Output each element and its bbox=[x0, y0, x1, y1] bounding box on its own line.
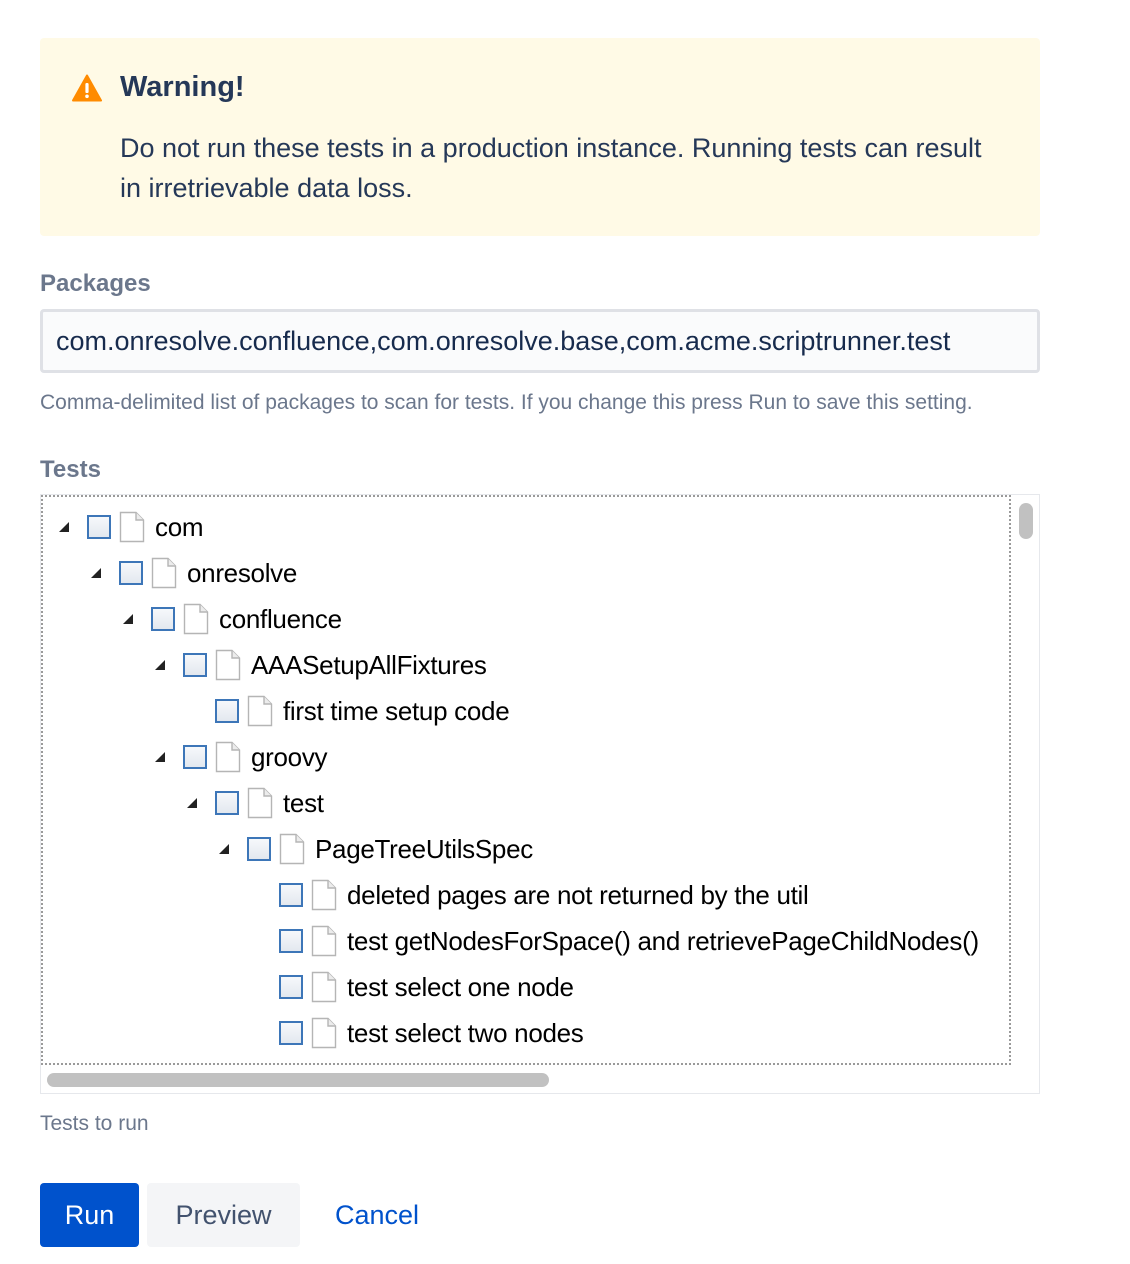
tree-node-checkbox[interactable] bbox=[119, 561, 143, 585]
tree-node-label[interactable]: test getNodesForSpace() and retrievePage… bbox=[347, 926, 979, 957]
file-icon bbox=[215, 649, 241, 681]
tree-node[interactable]: confluence bbox=[117, 599, 342, 639]
file-icon bbox=[279, 833, 305, 865]
expand-toggle-icon[interactable] bbox=[181, 783, 203, 823]
warning-triangle-icon bbox=[72, 74, 102, 102]
tree-node-checkbox[interactable] bbox=[279, 1021, 303, 1045]
file-icon bbox=[311, 971, 337, 1003]
tree-node-checkbox[interactable] bbox=[183, 745, 207, 769]
tree-node-checkbox[interactable] bbox=[87, 515, 111, 539]
toggle-spacer bbox=[245, 875, 267, 915]
test-runner-form: Warning! Do not run these tests in a pro… bbox=[0, 0, 1130, 1264]
tree-node-label[interactable]: deleted pages are not returned by the ut… bbox=[347, 880, 809, 911]
tree-node-label[interactable]: first time setup code bbox=[283, 696, 510, 727]
tree-node-label[interactable]: com bbox=[155, 512, 204, 543]
tree-node[interactable]: test getNodesForSpace() and retrievePage… bbox=[245, 921, 979, 961]
tree-node-checkbox[interactable] bbox=[279, 975, 303, 999]
tree-node-checkbox[interactable] bbox=[247, 837, 271, 861]
run-button[interactable]: Run bbox=[40, 1183, 139, 1247]
file-icon bbox=[311, 1017, 337, 1049]
tests-tree[interactable]: com onresolve confluence AAASetupAllFixture… bbox=[41, 495, 1011, 1065]
tree-node-label[interactable]: test select two nodes bbox=[347, 1018, 584, 1049]
packages-label: Packages bbox=[40, 270, 151, 297]
tree-node[interactable]: test bbox=[181, 783, 324, 823]
tree-node-checkbox[interactable] bbox=[279, 929, 303, 953]
tree-node-label[interactable]: onresolve bbox=[187, 558, 297, 589]
tree-node-checkbox[interactable] bbox=[215, 791, 239, 815]
tree-node-label[interactable]: test bbox=[283, 788, 324, 819]
expand-toggle-icon[interactable] bbox=[149, 645, 171, 685]
tree-node-label[interactable]: groovy bbox=[251, 742, 328, 773]
expand-toggle-icon[interactable] bbox=[149, 737, 171, 777]
vertical-scrollbar[interactable] bbox=[1019, 503, 1033, 539]
tree-node-checkbox[interactable] bbox=[151, 607, 175, 631]
file-icon bbox=[119, 511, 145, 543]
tree-node[interactable]: deleted pages are not returned by the ut… bbox=[245, 875, 809, 915]
tree-node-checkbox[interactable] bbox=[215, 699, 239, 723]
tree-node-label[interactable]: confluence bbox=[219, 604, 342, 635]
file-icon bbox=[151, 557, 177, 589]
cancel-button[interactable]: Cancel bbox=[316, 1183, 438, 1247]
tree-node-label[interactable]: test select one node bbox=[347, 972, 574, 1003]
tree-node-checkbox[interactable] bbox=[279, 883, 303, 907]
tests-help-text: Tests to run bbox=[40, 1112, 149, 1135]
warning-panel: Warning! Do not run these tests in a pro… bbox=[40, 38, 1040, 236]
file-icon bbox=[311, 879, 337, 911]
tree-node-label[interactable]: AAASetupAllFixtures bbox=[251, 650, 487, 681]
tree-node[interactable]: com bbox=[53, 507, 204, 547]
warning-title: Warning! bbox=[120, 71, 245, 103]
tree-node[interactable]: groovy bbox=[149, 737, 328, 777]
tree-node[interactable]: AAASetupAllFixtures bbox=[149, 645, 487, 685]
toggle-spacer bbox=[245, 967, 267, 1007]
packages-help-text: Comma-delimited list of packages to scan… bbox=[40, 391, 973, 414]
warning-message: Do not run these tests in a production i… bbox=[120, 133, 982, 203]
preview-button[interactable]: Preview bbox=[147, 1183, 300, 1247]
tests-tree-panel: com onresolve confluence AAASetupAllFixture… bbox=[40, 494, 1040, 1094]
tree-node[interactable]: onresolve bbox=[85, 553, 297, 593]
expand-toggle-icon[interactable] bbox=[85, 553, 107, 593]
file-icon bbox=[183, 603, 209, 635]
file-icon bbox=[215, 741, 241, 773]
tree-node[interactable]: test select two nodes bbox=[245, 1013, 584, 1053]
toggle-spacer bbox=[181, 691, 203, 731]
tests-label: Tests bbox=[40, 456, 101, 483]
horizontal-scrollbar[interactable] bbox=[47, 1073, 549, 1087]
tree-node[interactable]: test select one node bbox=[245, 967, 574, 1007]
tree-node-checkbox[interactable] bbox=[183, 653, 207, 677]
expand-toggle-icon[interactable] bbox=[117, 599, 139, 639]
toggle-spacer bbox=[245, 1013, 267, 1053]
tree-node[interactable]: PageTreeUtilsSpec bbox=[213, 829, 533, 869]
expand-toggle-icon[interactable] bbox=[53, 507, 75, 547]
file-icon bbox=[247, 787, 273, 819]
file-icon bbox=[247, 695, 273, 727]
packages-input[interactable] bbox=[40, 309, 1040, 373]
file-icon bbox=[311, 925, 337, 957]
toggle-spacer bbox=[245, 921, 267, 961]
tree-node-label[interactable]: PageTreeUtilsSpec bbox=[315, 834, 533, 865]
tree-node[interactable]: first time setup code bbox=[181, 691, 510, 731]
expand-toggle-icon[interactable] bbox=[213, 829, 235, 869]
